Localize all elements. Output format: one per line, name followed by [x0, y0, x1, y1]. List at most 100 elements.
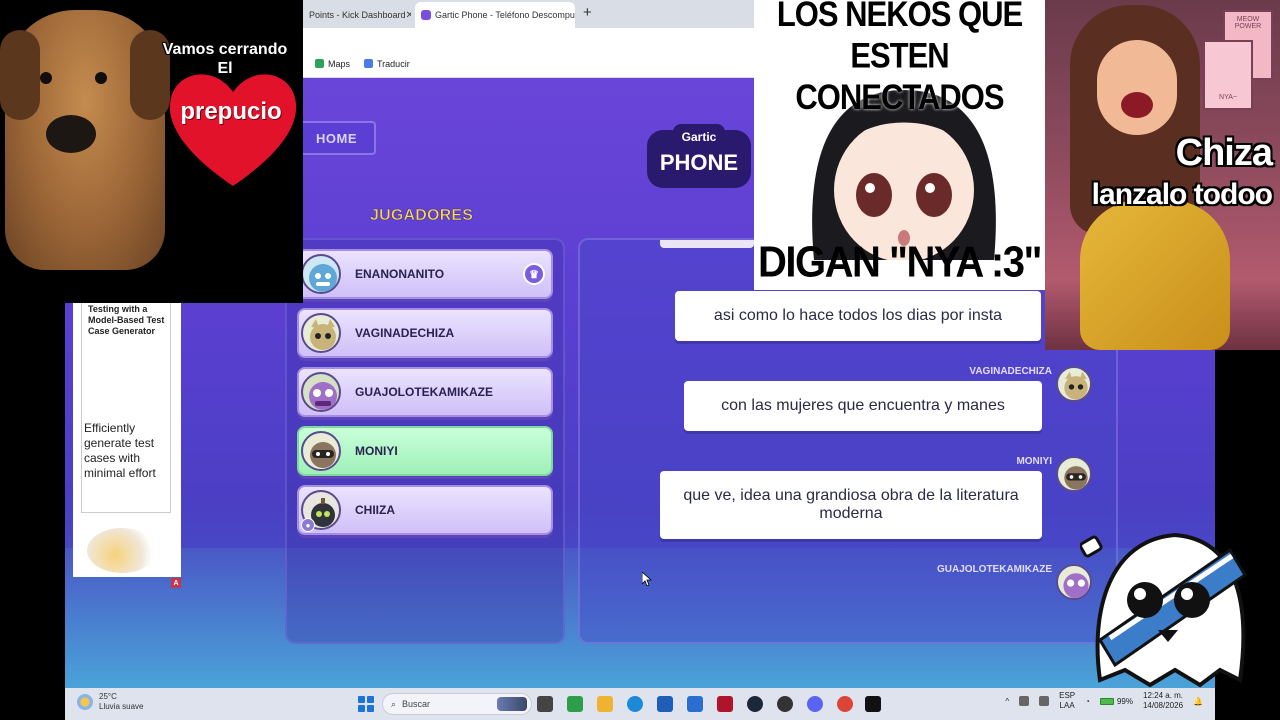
screen: Points - Kick Dashboard ✕ Gartic Phone -… — [0, 0, 1280, 720]
logo-top-text: Gartic — [682, 130, 717, 144]
raccoon-avatar — [301, 431, 341, 471]
weather-temp: 25°C — [99, 692, 117, 701]
bookmark-traducir[interactable]: Traducir — [364, 59, 410, 69]
cat-avatar — [1056, 366, 1092, 402]
letterbox-left — [0, 303, 65, 720]
study-card-title: Testing with a Model-Based Test Case Gen… — [88, 304, 165, 336]
dog-meme-overlay: Vamos cerrando El prepucio — [0, 0, 303, 303]
battery-percent: 99% — [1116, 696, 1133, 706]
translate-icon — [364, 59, 374, 68]
bookmark-maps[interactable]: Maps — [315, 59, 350, 69]
lang-code: ESP — [1059, 691, 1076, 700]
tab-kick-dashboard[interactable]: Points - Kick Dashboard ✕ — [303, 2, 411, 28]
crown-icon: ♛ — [523, 263, 545, 285]
mouse-cursor-icon — [642, 572, 652, 586]
dog-ear — [0, 30, 40, 120]
address-bar[interactable] — [303, 28, 755, 50]
steam-icon[interactable] — [747, 696, 763, 712]
player-row[interactable]: GUAJOLOTEKAMIKAZE — [297, 367, 553, 417]
chat-message: asi como lo hace todos los dias por inst… — [675, 291, 1041, 341]
weather-widget[interactable]: 25°C Lluvia suave — [77, 692, 143, 712]
chat-app-icon[interactable] — [567, 696, 583, 712]
player-name: GUAJOLOTEKAMIKAZE — [355, 385, 493, 399]
system-tray: ^ ESP LAA ◔ 99% 12:24 a. m. 14/08/2026 🔔 — [1005, 691, 1203, 711]
dog-eye — [95, 72, 107, 84]
file-explorer-icon[interactable] — [597, 696, 613, 712]
wifi-icon[interactable]: ◔ — [1085, 697, 1090, 706]
raccoon-avatar — [1056, 456, 1092, 492]
catgirl-caption-line: lanzalo todoo — [1091, 178, 1273, 211]
players-title: JUGADORES — [370, 207, 474, 225]
gartic-favicon-icon — [421, 10, 431, 20]
maps-icon — [315, 59, 324, 68]
chevron-up-icon[interactable]: ^ — [1005, 697, 1009, 706]
chat-message: con las mujeres que encuentra y manes — [684, 381, 1042, 431]
neko-meme-bottom-text: DIGAN "NYA :3" — [758, 237, 1042, 287]
player-row[interactable]: VAGINADECHIZA — [297, 308, 553, 358]
discord-icon[interactable] — [807, 696, 823, 712]
player-name: CHIIZA — [355, 503, 395, 517]
bookmark-label: Traducir — [377, 58, 410, 69]
dog-caption-line: Vamos cerrando — [162, 41, 288, 58]
player-name: MONIYI — [355, 444, 398, 458]
edge-icon[interactable] — [627, 696, 643, 712]
tray-app-icon[interactable] — [1039, 696, 1050, 706]
windows-taskbar: 25°C Lluvia suave ⌕ Buscar ^ ESP LAA ◔ 9… — [65, 688, 1215, 720]
chat-author: VAGINADECHIZA — [969, 366, 1052, 377]
valorant-icon[interactable] — [717, 696, 733, 712]
chat-author: MONIYI — [1016, 456, 1052, 467]
task-view-icon[interactable] — [537, 696, 553, 712]
poster-text: MEOW POWER — [1234, 16, 1262, 30]
battery-indicator[interactable]: 99% — [1099, 696, 1133, 706]
home-label: HOME — [316, 130, 357, 146]
dog-eye — [40, 72, 52, 84]
search-highlight-image — [497, 697, 527, 711]
home-button[interactable]: HOME — [297, 121, 376, 155]
ghost-mascot-image — [1080, 532, 1248, 688]
tab-label: Gartic Phone - Teléfono Descompu — [435, 10, 575, 20]
bookmarks-bar: Maps Traducir — [303, 50, 755, 78]
chat-author: GUAJOLOTEKAMIKAZE — [937, 564, 1052, 575]
store-icon[interactable] — [657, 696, 673, 712]
clock-time: 12:24 a. m. — [1143, 691, 1184, 700]
tab-gartic-phone[interactable]: Gartic Phone - Teléfono Descompu ✕ — [415, 2, 575, 28]
player-row[interactable]: ● CHIIZA — [297, 485, 553, 535]
cat-avatar — [301, 313, 341, 353]
blue-yeti-avatar — [301, 254, 341, 294]
study-card-image — [87, 528, 157, 573]
catgirl-dress — [1080, 200, 1230, 350]
tray-app-icon[interactable] — [1019, 696, 1030, 706]
neko-meme-overlay: LOS NEKOS QUE ESTEN CONECTADOS DIGAN "NY… — [754, 0, 1045, 290]
heart-icon — [169, 74, 297, 186]
close-icon[interactable]: ✕ — [406, 10, 411, 21]
start-icon[interactable] — [358, 696, 374, 712]
player-row[interactable]: ENANONANITO ♛ — [297, 249, 553, 299]
catgirl-caption: Chiza lanzalo todoo — [1045, 132, 1280, 216]
poster-text: NYA~ — [1219, 94, 1237, 101]
player-name: VAGINADECHIZA — [355, 326, 455, 340]
chat-message-partial — [660, 240, 754, 248]
search-icon: ⌕ — [391, 698, 397, 709]
obs-icon[interactable] — [777, 696, 793, 712]
catgirl-meme-overlay: MEOW POWER NYA~ Chiza lanzalo todoo — [1045, 0, 1280, 350]
notification-icon[interactable]: 🔔 — [1193, 697, 1203, 706]
clock-date: 14/08/2026 — [1142, 701, 1184, 710]
study-card[interactable]: Testing with a Model-Based Test Case Gen… — [73, 303, 181, 577]
logo-main-text: PHONE — [660, 150, 738, 175]
outlook-icon[interactable] — [687, 696, 703, 712]
language-indicator[interactable]: ESP LAA — [1059, 691, 1075, 711]
heart-caption: prepucio — [180, 98, 282, 125]
chrome-icon[interactable] — [837, 696, 853, 712]
weather-desc: Lluvia suave — [99, 702, 144, 711]
gartic-phone-logo: Gartic PHONE — [647, 124, 751, 188]
chat-message: que ve, idea una grandiosa obra de la li… — [660, 471, 1042, 539]
bookmark-label: Maps — [328, 58, 351, 69]
capcut-icon[interactable] — [865, 696, 881, 712]
new-tab-icon[interactable]: + — [583, 4, 592, 21]
battery-icon — [1099, 697, 1114, 705]
dog-nose — [46, 115, 96, 153]
player-row[interactable]: MONIYI — [297, 426, 553, 476]
taskbar-search[interactable]: ⌕ Buscar — [382, 693, 532, 715]
lang-layout: LAA — [1059, 701, 1075, 710]
clock[interactable]: 12:24 a. m. 14/08/2026 — [1143, 691, 1183, 711]
